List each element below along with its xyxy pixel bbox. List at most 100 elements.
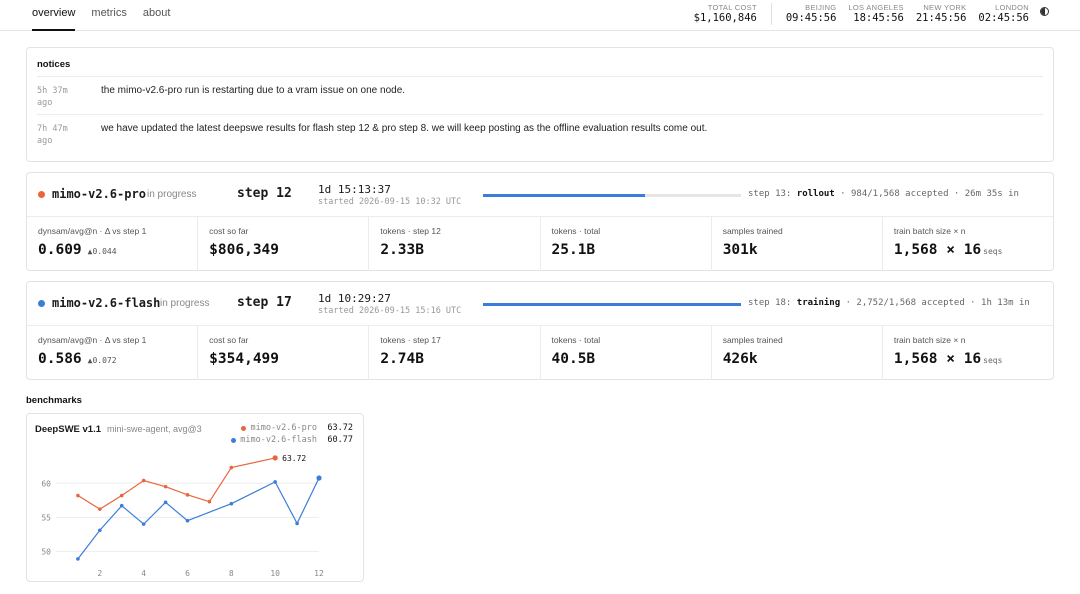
- metric-value: 426k: [722, 351, 758, 367]
- clock-los-angeles: LOS ANGELES 18:45:56: [848, 3, 903, 25]
- total-cost-value: $1,160,846: [693, 12, 757, 24]
- data-point: [295, 521, 299, 526]
- data-point: [76, 557, 80, 561]
- half-circle-icon[interactable]: [1040, 7, 1049, 16]
- metric-value: 25.1B: [551, 242, 596, 258]
- metric-value: 1,568 × 16 seqs: [894, 351, 1003, 367]
- data-point: [185, 493, 190, 497]
- clock-time: 02:45:56: [978, 12, 1029, 24]
- metric-value: 1,568 × 16 seqs: [894, 242, 1003, 258]
- metric-batch: train batch size × n 1,568 × 16 seqs: [883, 217, 1053, 271]
- metric-label: dynsam/avg@n · Δ vs step 1: [38, 226, 147, 236]
- metric-label: tokens · total: [551, 226, 601, 236]
- metric-number: 1,568 × 16: [893, 242, 982, 258]
- data-point: [229, 465, 234, 470]
- metric-label: tokens · step 12: [380, 226, 441, 236]
- notices-panel: notices 5h 37m ago the mimo-v2.6-pro run…: [26, 47, 1054, 162]
- notice-message: we have updated the latest deepswe resul…: [101, 123, 708, 134]
- tab-about[interactable]: about: [143, 0, 171, 31]
- metric-samples: samples trained 301k: [712, 217, 883, 271]
- benchmarks-title: benchmarks: [26, 395, 82, 406]
- next-step-detail: · 984/1,568 accepted · 26m 35s in: [840, 189, 1019, 199]
- metric-label: cost so far: [209, 335, 249, 345]
- run-metrics: dynsam/avg@n · Δ vs step 1 0.586 ▲0.072 co…: [27, 326, 1053, 380]
- y-tick-label: 60: [41, 479, 51, 488]
- run-progress-fill: [483, 303, 741, 306]
- metric-label: tokens · total: [551, 335, 601, 345]
- tab-overview[interactable]: overview: [32, 0, 76, 31]
- next-step-detail: · 2,752/1,568 accepted · 1h 13m in: [845, 298, 1030, 308]
- run-name: mimo-v2.6-flash: [52, 296, 161, 310]
- legend-swatch: [241, 425, 247, 431]
- metric-value: $806,349: [209, 242, 280, 258]
- nav-tabs: overview metrics about: [32, 0, 186, 31]
- next-step-phase: rollout: [796, 189, 835, 199]
- run-elapsed: 1d 15:13:37: [318, 183, 391, 196]
- clock-label: LONDON: [995, 3, 1029, 12]
- metric-delta: ▲0.072: [87, 356, 117, 365]
- y-tick-label: 50: [41, 547, 51, 556]
- legend-label: mimo-v2.6-flash: [240, 435, 317, 445]
- metric-cost: cost so far $806,349: [198, 217, 370, 271]
- x-tick-label: 2: [97, 569, 102, 578]
- run-next-step: step 13: rollout · 984/1,568 accepted · …: [748, 189, 1019, 199]
- legend-swatch: [231, 437, 237, 443]
- total-cost-label: TOTAL COST: [707, 3, 757, 12]
- clock-time: 09:45:56: [785, 12, 837, 24]
- run-progress-fill: [483, 194, 646, 197]
- run-started: started 2026-09-15 15:16 UTC: [318, 306, 462, 316]
- run-progress-bar: [483, 194, 741, 197]
- data-point: [185, 518, 190, 523]
- clock-time: 18:45:56: [853, 12, 904, 24]
- run-color-dot: [38, 300, 45, 307]
- metric-tokens-total: tokens · total 40.5B: [541, 326, 712, 380]
- metric-value: 2.33B: [380, 242, 424, 258]
- clock-london: LONDON 02:45:56: [978, 3, 1029, 25]
- data-point: [163, 500, 168, 505]
- metric-label: samples trained: [722, 226, 783, 236]
- run-started: started 2026-09-15 10:32 UTC: [318, 197, 462, 207]
- metric-number: 0.586: [38, 351, 82, 367]
- metric-label: cost so far: [209, 226, 249, 236]
- tab-metrics[interactable]: metrics: [91, 0, 126, 31]
- line-chart: 50 55 60 2 4 6 8 10 12 63.72: [41, 454, 324, 578]
- metric-batch: train batch size × n 1,568 × 16 seqs: [883, 326, 1053, 380]
- data-point: [119, 493, 124, 498]
- metric-value: 0.609 ▲0.044: [38, 242, 117, 258]
- data-point: [141, 478, 146, 483]
- metric-value: $354,499: [209, 351, 280, 367]
- data-point: [76, 493, 80, 498]
- metric-number: 0.609: [38, 242, 82, 258]
- run-next-step: step 18: training · 2,752/1,568 accepted…: [748, 298, 1030, 308]
- legend-item: mimo-v2.6-pro 63.72: [231, 422, 353, 434]
- next-step-phase: training: [796, 298, 841, 308]
- chart-subtitle: mini-swe-agent, avg@3: [107, 424, 202, 434]
- clock-beijing: BEIJING 09:45:56: [786, 3, 837, 25]
- run-card-flash: mimo-v2.6-flash in progress step 17 1d 1…: [26, 281, 1054, 380]
- data-point: [98, 528, 102, 533]
- x-tick-label: 6: [185, 569, 190, 578]
- legend-item: mimo-v2.6-flash 60.77: [231, 434, 353, 446]
- clock-label: NEW YORK: [923, 3, 967, 12]
- metric-label: samples trained: [722, 335, 783, 345]
- run-name: mimo-v2.6-pro: [52, 187, 146, 201]
- metric-label: train batch size × n: [893, 335, 966, 345]
- x-tick-label: 12: [314, 569, 324, 578]
- run-elapsed: 1d 10:29:27: [318, 292, 391, 305]
- metric-label: tokens · step 17: [380, 335, 441, 345]
- data-point: [98, 507, 102, 511]
- data-point: [163, 484, 168, 489]
- metric-tokens-step: tokens · step 17 2.74B: [369, 326, 541, 380]
- total-cost: TOTAL COST $1,160,846: [694, 3, 772, 25]
- run-step: step 12: [237, 186, 292, 201]
- metric-label: train batch size × n: [893, 226, 966, 236]
- metric-value: 40.5B: [551, 351, 596, 367]
- metric-dynsam: dynsam/avg@n · Δ vs step 1 0.586 ▲0.072: [27, 326, 199, 380]
- notice-message: the mimo-v2.6-pro run is restarting due …: [101, 85, 406, 96]
- header-stats: TOTAL COST $1,160,846 BEIJING 09:45:56 L…: [694, 3, 1029, 25]
- metric-samples: samples trained 426k: [712, 326, 883, 380]
- data-point: [273, 480, 277, 484]
- metric-delta: ▲0.044: [87, 247, 117, 256]
- clock-label: BEIJING: [805, 3, 837, 12]
- notice-item: 7h 47m ago we have updated the latest de…: [37, 114, 1043, 152]
